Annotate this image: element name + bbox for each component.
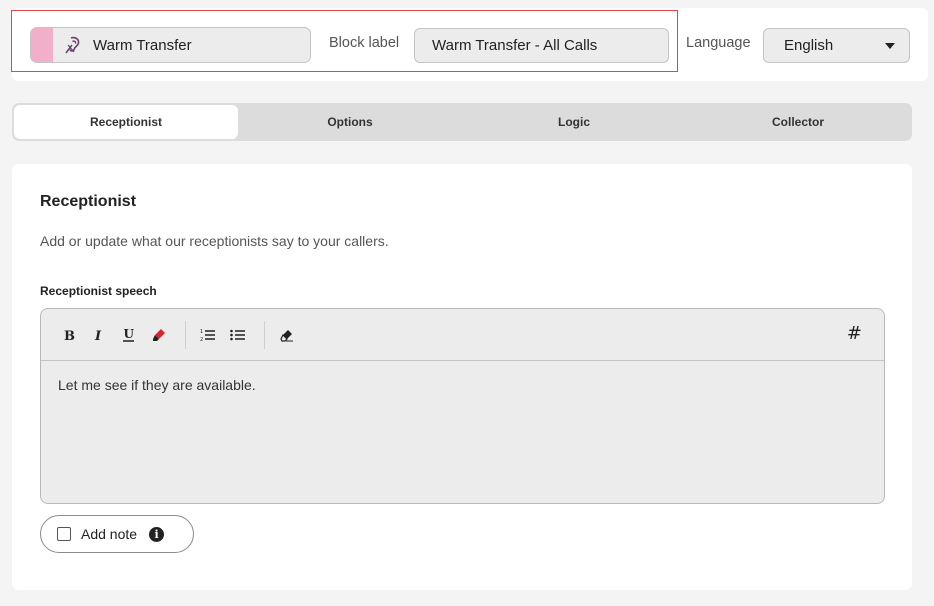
language-caption: Language xyxy=(686,35,751,51)
bullet-list-icon[interactable] xyxy=(226,323,250,347)
caret-down-icon xyxy=(885,43,895,49)
add-note-checkbox[interactable] xyxy=(57,527,71,541)
tab-receptionist[interactable]: Receptionist xyxy=(14,105,238,139)
add-note-toggle[interactable]: Add note i xyxy=(40,515,194,553)
tab-bar: Receptionist Options Logic Collector xyxy=(12,103,912,141)
editor-toolbar: B I U 12 # xyxy=(41,309,884,361)
warm-transfer-icon xyxy=(63,34,85,56)
speech-text-area[interactable]: Let me see if they are available. xyxy=(41,361,884,409)
svg-text:I: I xyxy=(94,329,102,342)
block-color-swatch xyxy=(31,28,53,62)
block-type-label: Warm Transfer xyxy=(93,36,192,54)
section-title: Receptionist xyxy=(40,193,137,210)
block-label-caption: Block label xyxy=(329,35,400,51)
toolbar-divider xyxy=(185,320,186,349)
block-label-input[interactable] xyxy=(414,28,669,63)
tab-collector[interactable]: Collector xyxy=(686,105,910,139)
tab-logic[interactable]: Logic xyxy=(462,105,686,139)
tab-options[interactable]: Options xyxy=(238,105,462,139)
ordered-list-icon[interactable]: 12 xyxy=(196,323,220,347)
language-selected-value: English xyxy=(784,37,834,54)
eraser-icon[interactable] xyxy=(275,323,299,347)
italic-icon[interactable]: I xyxy=(87,323,111,347)
svg-text:2: 2 xyxy=(200,337,203,342)
underline-icon[interactable]: U xyxy=(117,323,141,347)
language-select[interactable]: English xyxy=(763,28,910,63)
info-icon[interactable]: i xyxy=(149,526,165,542)
toolbar-divider xyxy=(264,320,265,349)
receptionist-panel: Receptionist Add or update what our rece… xyxy=(12,164,912,590)
add-note-label: Add note xyxy=(81,526,138,542)
block-type-selector[interactable]: Warm Transfer xyxy=(30,27,311,63)
svg-text:B: B xyxy=(64,329,75,342)
svg-text:1: 1 xyxy=(200,329,203,335)
highlighter-icon[interactable] xyxy=(147,323,171,347)
bold-icon[interactable]: B xyxy=(57,323,81,347)
speech-editor: B I U 12 # Let me see if they are availa… xyxy=(40,308,885,504)
svg-text:U: U xyxy=(124,327,135,341)
hash-icon[interactable]: # xyxy=(847,323,862,344)
speech-field-label: Receptionist speech xyxy=(40,284,157,298)
section-description: Add or update what our receptionists say… xyxy=(40,233,389,249)
